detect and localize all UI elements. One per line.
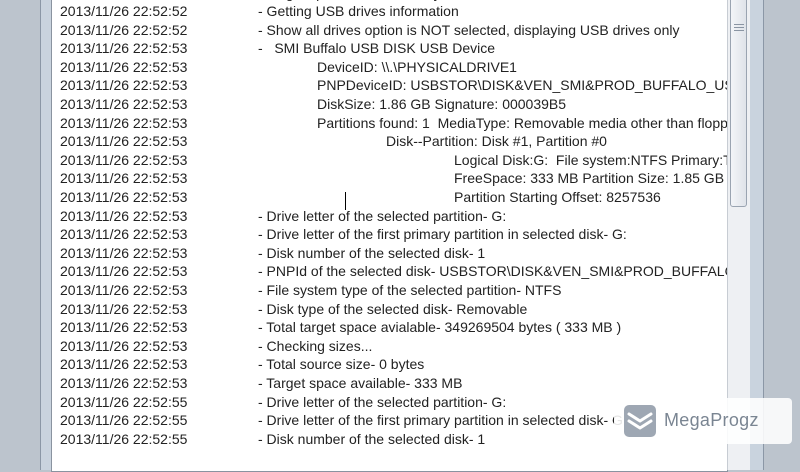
log-timestamp: 2013/11/26 22:52:53 [60,207,188,224]
scrollbar-grip-icon [734,24,744,32]
log-line: 2013/11/26 22:52:53 - Target space availa… [52,374,727,393]
log-timestamp: 2013/11/26 22:52:53 [60,282,188,298]
log-timestamp: 2013/11/26 22:52:53 [60,40,188,57]
log-message: - Checking sizes... [258,337,373,354]
log-timestamp: 2013/11/26 22:52:53 [60,170,188,187]
log-message: Disk--Partition: Disk #1, Partition #0 [386,133,607,150]
log-line: 2013/11/26 22:52:53 - File system type of… [52,281,727,300]
watermark: MegaProgz [614,398,792,444]
log-message: - Drive letter of the selected partition… [258,393,507,410]
log-line: 2013/11/26 22:52:52 - Show all drives opt… [52,21,727,40]
log-message: Logical Disk:G: File system:NTFS Primary… [454,151,727,168]
log-timestamp: 2013/11/26 22:52:52 [60,3,188,20]
log-lines: 2013/11/26 22:52:49- Target space availa… [52,0,727,448]
log-message: - Getting USB drives information [258,3,459,20]
log-message: - Show all drives option is NOT selected… [258,21,680,38]
scrollbar-thumb[interactable] [730,0,747,207]
log-timestamp: 2013/11/26 22:52:53 [60,263,188,280]
log-timestamp: 2013/11/26 22:52:53 [60,151,188,168]
log-message: - File system type of the selected parti… [258,282,562,298]
log-line: 2013/11/26 22:52:53 - Checking sizes... [52,337,727,356]
log-timestamp: 2013/11/26 22:52:55 [60,393,188,410]
log-timestamp: 2013/11/26 22:52:53 [60,337,188,354]
log-timestamp: 2013/11/26 22:52:53 [60,319,188,336]
log-line: 2013/11/26 22:52:52 - Getting USB drives … [52,2,727,21]
log-timestamp: 2013/11/26 22:52:53 [60,356,188,373]
log-timestamp: 2013/11/26 22:52:55 [60,430,188,447]
log-line: 2013/11/26 22:52:53 FreeSpace: 333 MB Par… [52,169,727,188]
log-line: 2013/11/26 22:52:53 Partitions found: 1 M… [52,114,727,133]
log-message: Partition Starting Offset: 8257536 [454,189,661,206]
log-message: - Drive letter of the first primary part… [258,226,627,243]
log-message: - Drive letter of the first primary part… [258,412,627,429]
text-caret [345,192,346,210]
log-line: 2013/11/26 22:52:53 Logical Disk:G: File … [52,151,727,170]
watermark-text: MegaProgz [664,410,759,430]
log-message: - Target space available- 333 MB [258,374,463,391]
log-message: - PNPId of the selected disk- USBSTOR\DI… [258,263,727,280]
log-line: 2013/11/26 22:52:53 Partition Starting Of… [52,188,727,207]
log-timestamp: 2013/11/26 22:52:55 [60,412,188,429]
log-line: 2013/11/26 22:52:53 PNPDeviceID: USBSTOR\… [52,76,727,95]
log-line: 2013/11/26 22:52:53 - Drive letter of the… [52,225,727,244]
log-line: 2013/11/26 22:52:53 - Drive letter of the… [52,207,727,226]
log-message: - SMI Buffalo USB DISK USB Device [258,40,496,57]
log-message: - Total target space avialable- 34926950… [258,319,622,336]
log-message: Partitions found: 1 MediaType: Removable… [317,114,727,131]
log-timestamp: 2013/11/26 22:52:53 [60,244,188,261]
log-timestamp: 2013/11/26 22:52:53 [60,114,188,131]
log-line: 2013/11/26 22:52:53 - Total source size- … [52,355,727,374]
log-message: - Disk number of the selected disk- 1 [258,244,486,261]
log-line: 2013/11/26 22:52:53 DeviceID: \\.\PHYSICA… [52,58,727,77]
log-timestamp: 2013/11/26 22:52:53 [60,133,188,150]
log-message: - Total source size- 0 bytes [258,356,425,373]
log-message: - Drive letter of the selected partition… [258,207,507,224]
log-message: PNPDeviceID: USBSTOR\DISK&VEN_SMI&PROD_B… [317,77,727,94]
log-line: 2013/11/26 22:52:53 - PNPId of the select… [52,262,727,281]
log-line: 2013/11/26 22:52:53 DiskSize: 1.86 GB Sig… [52,95,727,114]
log-timestamp: 2013/11/26 22:52:53 [60,300,188,317]
log-timestamp: 2013/11/26 22:52:53 [60,58,188,75]
log-message: - Disk number of the selected disk- 1 [258,430,486,447]
log-message: DiskSize: 1.86 GB Signature: 000039B5 [317,96,567,113]
log-line: 2013/11/26 22:52:53 - Disk type of the se… [52,300,727,319]
log-timestamp: 2013/11/26 22:52:52 [60,21,188,38]
log-line: 2013/11/26 22:52:53 - Total target space … [52,318,727,337]
log-timestamp: 2013/11/26 22:52:53 [60,189,188,206]
log-timestamp: 2013/11/26 22:52:53 [60,77,188,94]
log-message: - Disk type of the selected disk- Remova… [258,300,528,317]
log-message: DeviceID: \\.\PHYSICALDRIVE1 [317,58,517,75]
log-line: 2013/11/26 22:52:53 Disk--Partition: Disk… [52,132,727,151]
log-line: 2013/11/26 22:52:53 - Disk number of the … [52,244,727,263]
log-timestamp: 2013/11/26 22:52:53 [60,226,188,243]
log-timestamp: 2013/11/26 22:52:53 [60,374,188,391]
log-message: FreeSpace: 333 MB Partition Size: 1.85 G… [454,170,725,187]
log-timestamp: 2013/11/26 22:52:53 [60,96,188,113]
megaprogz-logo-icon [624,405,656,437]
log-line: 2013/11/26 22:52:53 - SMI Buffalo USB DIS… [52,39,727,58]
